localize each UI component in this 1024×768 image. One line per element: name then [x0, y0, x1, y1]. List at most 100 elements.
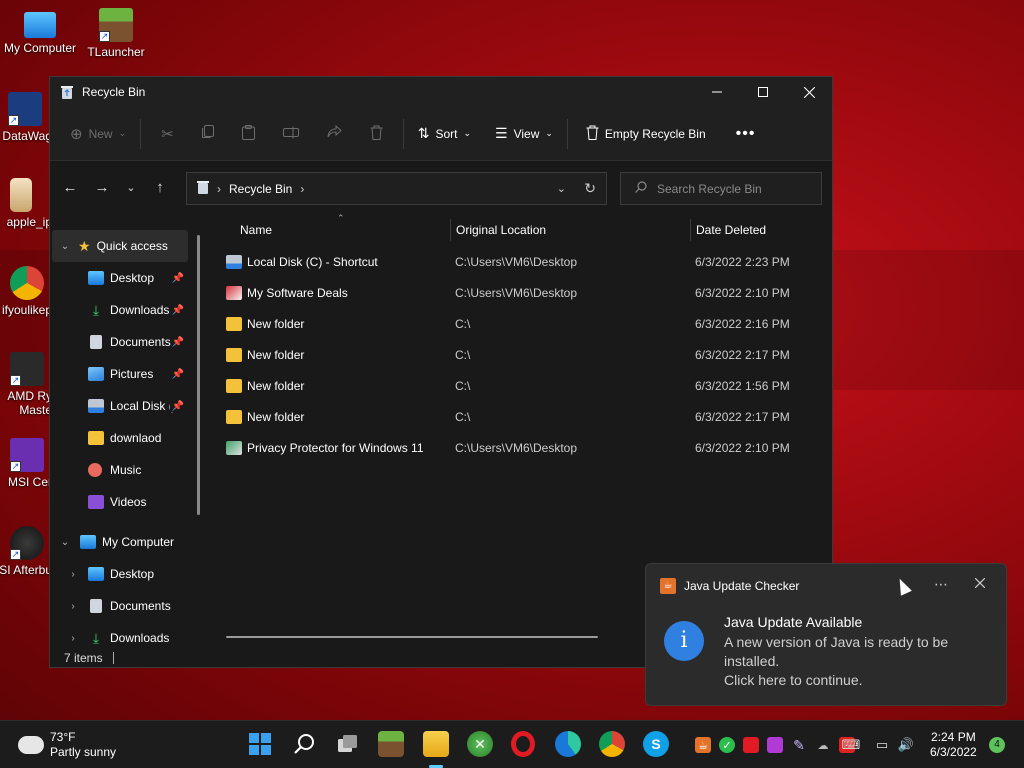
sidebar-scrollbar[interactable]	[197, 235, 200, 515]
minimize-button[interactable]	[694, 77, 740, 107]
back-button[interactable]: ←	[54, 171, 86, 203]
sidebar-item-downloads[interactable]: ⤓ Downloads 📌	[88, 294, 188, 326]
table-row[interactable]: New folder C:\ 6/3/2022 2:16 PM	[220, 308, 820, 339]
delete-button[interactable]	[356, 118, 397, 150]
column-header-original-location[interactable]: Original Location	[456, 223, 546, 237]
file-explorer-taskbar-icon[interactable]	[423, 731, 449, 757]
column-header-date-deleted[interactable]: Date Deleted	[696, 223, 766, 237]
sidebar-item-computer-desktop[interactable]: › Desktop	[66, 558, 190, 590]
purple-app-tray-icon[interactable]	[767, 737, 783, 753]
address-bar[interactable]: › Recycle Bin › ⌄ ↻	[186, 172, 607, 205]
recent-locations-button[interactable]: ⌄	[118, 171, 144, 203]
network-icon[interactable]: ▭	[874, 737, 890, 753]
search-taskbar-icon[interactable]	[291, 731, 317, 757]
chrome-taskbar-icon[interactable]	[599, 731, 625, 757]
xbox-icon[interactable]: ✕	[467, 731, 493, 757]
sidebar-item-downlaod[interactable]: downlaod	[88, 422, 188, 454]
column-divider[interactable]	[450, 219, 451, 241]
sidebar-item-local-disk[interactable]: Local Disk (C 📌	[88, 390, 188, 422]
notification-body: A new version of Java is ready to be ins…	[724, 633, 974, 690]
clock[interactable]: 2:24 PM 6/3/2022	[930, 730, 977, 760]
desktop-icon-datawag[interactable]: ↗ DataWag	[0, 92, 52, 143]
sort-button[interactable]: ⇅ Sort ⌄	[410, 118, 479, 150]
chevron-right-icon[interactable]: ›	[66, 569, 80, 580]
horizontal-scrollbar[interactable]	[226, 636, 598, 638]
file-name: New folder	[247, 316, 305, 331]
chevron-down-icon[interactable]: ⌄	[58, 537, 72, 548]
video-icon	[88, 495, 104, 509]
volume-icon[interactable]: 🔊	[898, 737, 914, 753]
search-input[interactable]	[657, 181, 807, 196]
chevron-down-icon[interactable]: ⌄	[58, 241, 72, 252]
checkmark-tray-icon[interactable]: ✓	[719, 737, 735, 753]
java-tray-icon[interactable]: ☕	[695, 737, 711, 753]
notification-more-icon[interactable]: ⋯	[934, 576, 948, 593]
desktop-icon-amd[interactable]: ↗ AMD Ry Maste	[0, 352, 52, 417]
sidebar-item-computer-documents[interactable]: › Documents	[66, 590, 190, 622]
sidebar-item-my-computer[interactable]: ⌄ My Computer	[58, 526, 194, 558]
copy-button[interactable]	[188, 118, 228, 150]
start-button[interactable]	[247, 731, 273, 757]
cut-button[interactable]: ✂	[147, 118, 188, 150]
view-button[interactable]: ☰ View ⌄	[487, 118, 561, 150]
desktop-icon-tlauncher[interactable]: ↗ TLauncher	[76, 8, 156, 59]
up-button[interactable]: ↑	[144, 171, 176, 203]
table-row[interactable]: Privacy Protector for Windows 11 C:\User…	[220, 432, 820, 463]
paste-button[interactable]	[228, 118, 269, 150]
sidebar-item-quick-access[interactable]: ⌄ ★ Quick access	[52, 230, 188, 262]
address-dropdown-icon[interactable]: ⌄	[557, 182, 566, 195]
chevron-right-icon[interactable]: ›	[300, 182, 304, 196]
opera-icon[interactable]	[511, 731, 535, 757]
new-button[interactable]: ⊕ New ⌄	[62, 118, 134, 150]
notification-count-badge[interactable]: 4	[989, 737, 1005, 753]
empty-recycle-bin-button[interactable]: Empty Recycle Bin	[578, 118, 714, 150]
refresh-icon[interactable]: ↻	[584, 180, 596, 197]
sidebar-item-label: Desktop	[110, 271, 155, 285]
sidebar-item-desktop[interactable]: Desktop 📌	[88, 262, 188, 294]
tlauncher-taskbar-icon[interactable]	[378, 731, 404, 757]
notification-close-icon[interactable]	[974, 575, 986, 591]
weather-widget[interactable]: 73°F Partly sunny	[15, 730, 116, 760]
desktop-icon-chrome[interactable]: ifyoulikep	[0, 266, 52, 317]
sidebar-item-videos[interactable]: Videos	[88, 486, 188, 518]
forward-button[interactable]: →	[86, 171, 118, 203]
desktop-icon-apple[interactable]: apple_ip	[0, 178, 52, 229]
desktop-icon-msi-afterburner[interactable]: ↗ MSI Afterbu	[0, 526, 52, 577]
task-view-icon[interactable]	[335, 731, 361, 757]
sidebar-item-music[interactable]: Music	[88, 454, 188, 486]
java-update-notification[interactable]: ☕ Java Update Checker ⋯ i Java Update Av…	[645, 563, 1007, 706]
red-app-tray-icon[interactable]	[743, 737, 759, 753]
column-divider[interactable]	[690, 219, 691, 241]
monitor-icon	[24, 12, 56, 38]
feather-tray-icon[interactable]: ✎	[791, 737, 807, 753]
table-row[interactable]: New folder C:\ 6/3/2022 2:17 PM	[220, 339, 820, 370]
chevron-right-icon[interactable]: ›	[66, 633, 80, 644]
desktop-icon-my-computer[interactable]: My Computer	[0, 8, 80, 55]
more-options-button[interactable]: •••	[728, 118, 764, 150]
search-box[interactable]	[620, 172, 822, 205]
table-row[interactable]: Local Disk (C) - Shortcut C:\Users\VM6\D…	[220, 246, 820, 277]
column-header-name[interactable]: Name	[240, 223, 272, 237]
table-row[interactable]: New folder C:\ 6/3/2022 2:17 PM	[220, 401, 820, 432]
desktop-icon-msi-center[interactable]: ↗ MSI Cer	[0, 438, 52, 489]
close-button[interactable]	[786, 77, 832, 107]
sidebar-item-computer-downloads[interactable]: › ⤓ Downloads	[66, 622, 190, 654]
skype-icon[interactable]: S	[643, 731, 669, 757]
sidebar-item-documents[interactable]: Documents 📌	[88, 326, 188, 358]
status-bar: 7 items	[64, 651, 114, 665]
sidebar-item-pictures[interactable]: Pictures 📌	[88, 358, 188, 390]
title-bar[interactable]: Recycle Bin	[50, 77, 832, 107]
share-button[interactable]	[313, 118, 356, 150]
edge-icon[interactable]	[555, 731, 581, 757]
table-row[interactable]: My Software Deals C:\Users\VM6\Desktop 6…	[220, 277, 820, 308]
rename-button[interactable]	[269, 118, 313, 150]
chevron-down-icon: ⌄	[463, 128, 472, 138]
cloud-tray-icon[interactable]: ☁	[815, 737, 831, 753]
chevron-right-icon[interactable]: ›	[66, 601, 80, 612]
share-icon	[327, 124, 342, 142]
maximize-button[interactable]	[740, 77, 786, 107]
sidebar-item-label: Videos	[110, 495, 147, 509]
table-row[interactable]: New folder C:\ 6/3/2022 1:56 PM	[220, 370, 820, 401]
keyboard-icon[interactable]: ⌨	[842, 737, 861, 753]
breadcrumb-recycle-bin[interactable]: Recycle Bin	[229, 182, 292, 196]
